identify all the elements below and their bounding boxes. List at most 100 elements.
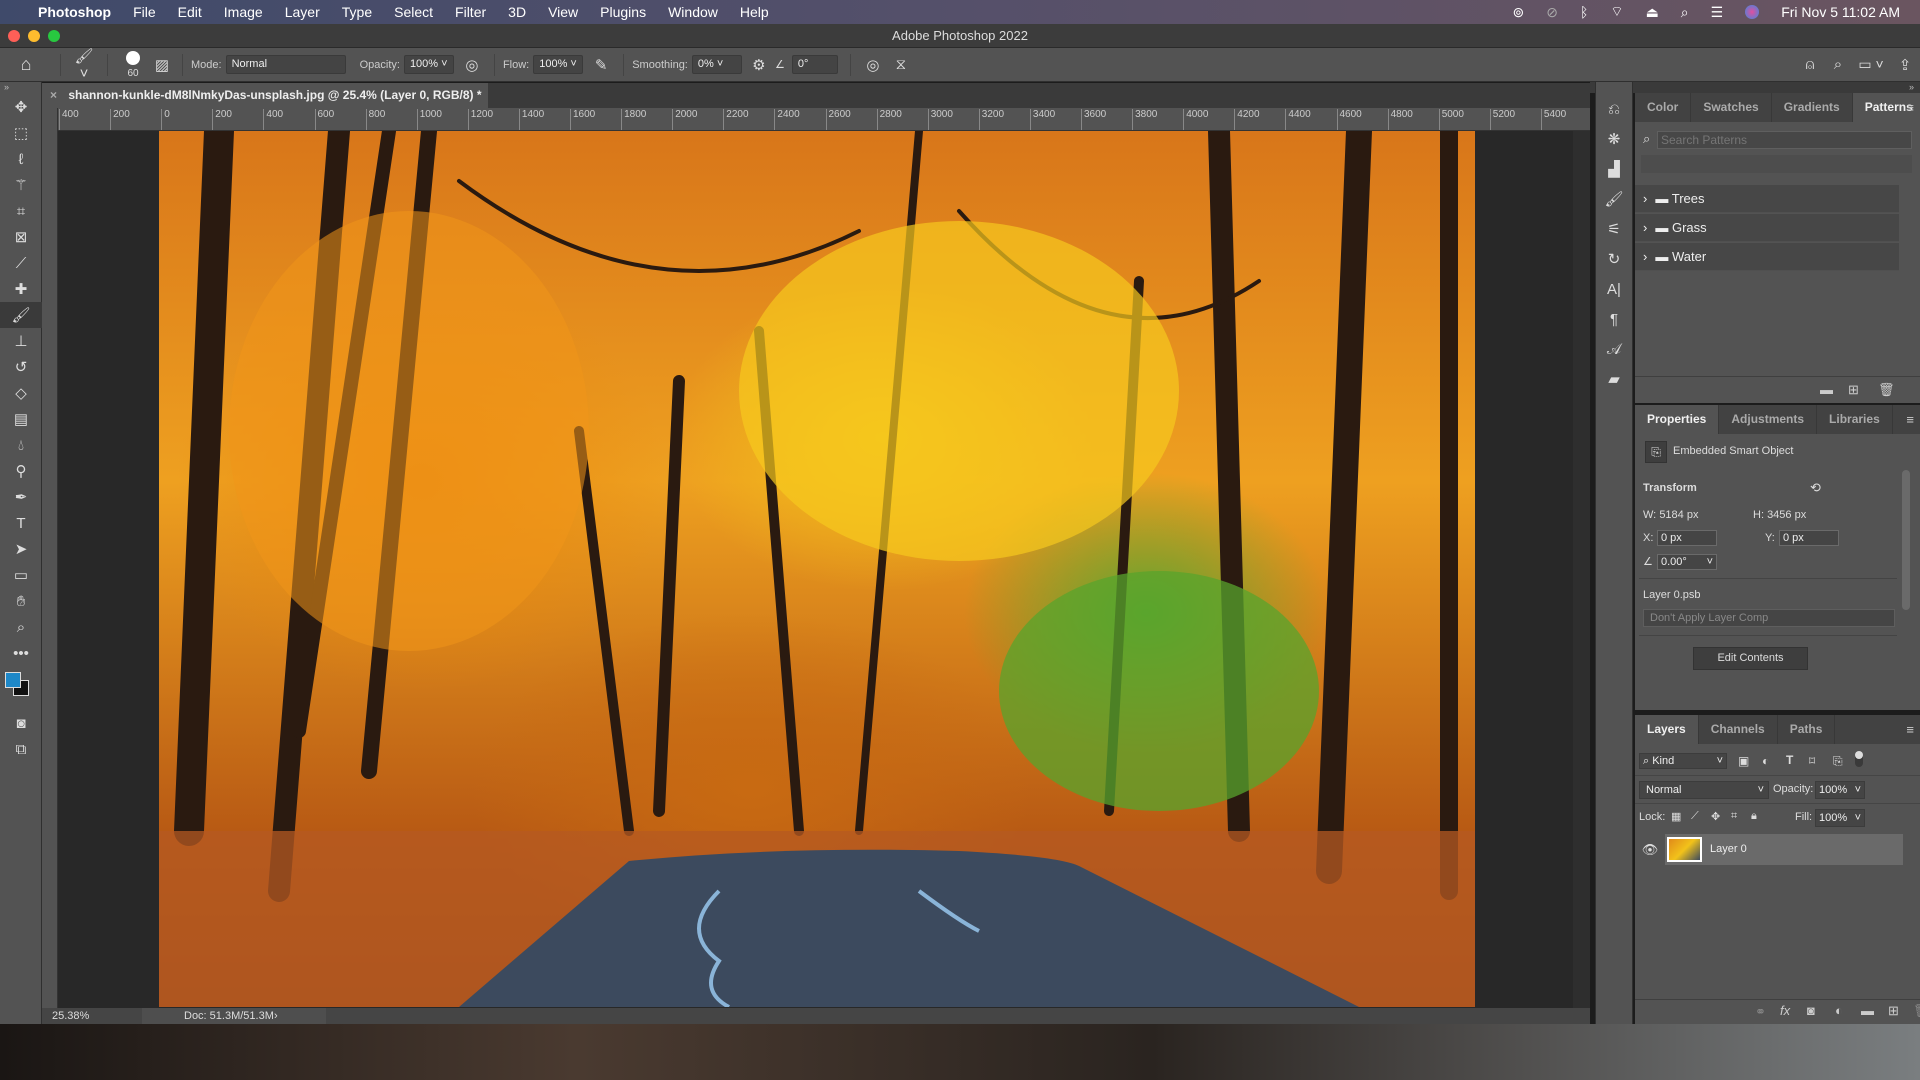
creative-cloud-icon[interactable]: ⊚ [1513, 4, 1525, 21]
hand-tool-icon[interactable]: ✋︎ [0, 588, 42, 614]
comments-panel-icon[interactable]: ▰ [1596, 364, 1632, 394]
bluetooth-icon[interactable]: ᛒ [1580, 4, 1588, 20]
layer-comp-select[interactable]: Don't Apply Layer Comp [1643, 609, 1895, 627]
symmetry-icon[interactable]: ⧖ [887, 56, 915, 73]
frame-tool-icon[interactable]: ⊠ [0, 224, 42, 250]
home-icon[interactable]: ⌂ [0, 54, 52, 75]
pattern-group-trees[interactable]: › ▬ Trees [1635, 185, 1899, 213]
menu-window[interactable]: Window [668, 4, 718, 20]
menu-filter[interactable]: Filter [455, 4, 486, 20]
reset-transform-icon[interactable]: ⟲ [1810, 480, 1821, 496]
chevron-right-icon[interactable]: › [1643, 249, 1647, 264]
character-panel-icon[interactable]: A| [1596, 274, 1632, 304]
tab-properties[interactable]: Properties [1635, 405, 1720, 434]
lock-artboard-icon[interactable]: ⌗ [1731, 810, 1737, 823]
y-input[interactable]: 0 px [1779, 530, 1839, 546]
lasso-tool-icon[interactable]: ℓ [0, 146, 42, 172]
pattern-group-water[interactable]: › ▬ Water [1635, 243, 1899, 271]
doc-info[interactable]: Doc: 51.3M/51.3M [142, 1008, 326, 1024]
edit-contents-button[interactable]: Edit Contents [1693, 647, 1808, 670]
new-pattern-icon[interactable]: ⊞ [1848, 382, 1859, 398]
close-tab-icon[interactable]: × [50, 88, 57, 102]
crop-tool-icon[interactable]: ⌗ [0, 198, 42, 224]
magic-wand-tool-icon[interactable]: ⚚ [0, 172, 42, 198]
learn-icon[interactable]: ⍝ [1796, 56, 1824, 73]
minimize-window-button[interactable] [28, 30, 40, 42]
menu-3d[interactable]: 3D [508, 4, 526, 20]
menu-help[interactable]: Help [740, 4, 769, 20]
document-image[interactable] [159, 131, 1475, 1007]
clone-stamp-tool-icon[interactable]: ⊥ [0, 328, 42, 354]
menu-type[interactable]: Type [342, 4, 372, 20]
search-icon[interactable]: ⌕ [1824, 56, 1852, 73]
screen-mode-icon[interactable]: ⧉ [0, 736, 42, 762]
healing-brush-tool-icon[interactable]: ✚ [0, 276, 42, 302]
clock[interactable]: Fri Nov 5 11:02 AM [1781, 4, 1900, 20]
layer-name[interactable]: Layer 0 [1710, 843, 1747, 855]
tab-adjustments[interactable]: Adjustments [1719, 405, 1818, 434]
layer-opacity-input[interactable]: 100% ˅ [1815, 781, 1865, 799]
blend-mode-select[interactable]: Normal ˅ [1639, 781, 1769, 799]
layer-row[interactable]: 👁︎ Layer 0 [1635, 834, 1903, 865]
brush-settings-icon[interactable]: ▨ [150, 56, 174, 74]
properties-scrollbar[interactable] [1902, 470, 1910, 610]
link-layers-icon[interactable]: ⚭ [1755, 1004, 1766, 1020]
history-brush-tool-icon[interactable]: ↺ [0, 354, 42, 380]
layer-filter-kind-select[interactable]: ⌕ Kind ˅ [1639, 753, 1727, 769]
control-center-icon[interactable]: ☰ [1711, 4, 1724, 21]
menu-view[interactable]: View [548, 4, 578, 20]
pressure-size-icon[interactable]: ◎ [859, 56, 887, 74]
dodge-tool-icon[interactable]: ⚲ [0, 458, 42, 484]
collapse-toolbar-icon[interactable]: » [0, 82, 41, 94]
eraser-tool-icon[interactable]: ◇ [0, 380, 42, 406]
adjustment-layer-icon[interactable]: ◐ [1835, 1003, 1843, 1018]
tab-swatches[interactable]: Swatches [1691, 93, 1772, 122]
brush-size-picker[interactable]: 60 [116, 50, 150, 79]
opacity-input[interactable]: 100% ˅ [403, 55, 454, 74]
pattern-group-grass[interactable]: › ▬ Grass [1635, 214, 1899, 242]
brush-settings-panel-icon[interactable]: ⚟ [1596, 214, 1632, 244]
tab-libraries[interactable]: Libraries [1817, 405, 1893, 434]
mute-icon[interactable]: ⊘ [1546, 4, 1558, 21]
search-patterns-input[interactable] [1657, 131, 1912, 149]
rectangle-tool-icon[interactable]: ▭ [0, 562, 42, 588]
document-tab[interactable]: × shannon-kunkle-dM8lNmkyDas-unsplash.jp… [42, 83, 488, 108]
brush-presets-panel-icon[interactable]: 🖌︎ [1596, 184, 1632, 214]
new-layer-icon[interactable]: ⊞ [1888, 1003, 1899, 1019]
foreground-color-swatch[interactable] [5, 672, 21, 688]
type-tool-icon[interactable]: T [0, 510, 42, 536]
share-icon[interactable]: ⇪ [1890, 56, 1920, 74]
zoom-level[interactable]: 25.38% [52, 1008, 89, 1024]
angle-input[interactable]: 0.00° ˅ [1657, 554, 1717, 570]
flow-input[interactable]: 100% ˅ [533, 55, 584, 74]
tab-channels[interactable]: Channels [1699, 715, 1778, 744]
smoothing-input[interactable]: 0% ˅ [691, 55, 742, 74]
fill-input[interactable]: 100% ˅ [1815, 809, 1865, 827]
lock-all-icon[interactable]: 🔒︎ [1751, 810, 1757, 823]
pen-tool-icon[interactable]: ✒ [0, 484, 42, 510]
menu-layer[interactable]: Layer [285, 4, 320, 20]
brush-tool-icon[interactable]: 🖌︎ [0, 302, 42, 328]
filter-pixel-icon[interactable]: ▣ [1738, 754, 1749, 768]
lock-transparent-icon[interactable]: ▦ [1671, 810, 1681, 823]
filter-adjustment-icon[interactable]: ◐ [1762, 754, 1769, 768]
gear-icon[interactable]: ⚙ [746, 56, 772, 74]
fx-icon[interactable]: fx [1780, 1003, 1790, 1018]
collapse-right-icon[interactable]: » [1909, 82, 1914, 92]
menu-edit[interactable]: Edit [178, 4, 202, 20]
airbrush-icon[interactable]: ✎ [587, 56, 615, 74]
move-tool-icon[interactable]: ✥ [0, 94, 42, 120]
status-menu-arrow-icon[interactable]: › [274, 1008, 278, 1024]
filter-smart-object-icon[interactable]: ⎘ [1833, 754, 1843, 769]
spotlight-search-icon[interactable]: ⌕ [1681, 4, 1689, 21]
eyedropper-tool-icon[interactable]: ⟋ [0, 250, 42, 276]
menu-app[interactable]: Photoshop [38, 4, 111, 20]
zoom-window-button[interactable] [48, 30, 60, 42]
canvas-scrollbar[interactable] [1573, 131, 1590, 1008]
more-tools-icon[interactable]: ••• [0, 640, 42, 666]
new-group-icon[interactable]: ▬ [1820, 382, 1833, 397]
trash-icon[interactable]: 🗑︎ [1878, 382, 1895, 398]
lock-pixels-icon[interactable]: ⟋ [1691, 810, 1699, 823]
close-window-button[interactable] [8, 30, 20, 42]
pressure-opacity-icon[interactable]: ◎ [458, 56, 486, 74]
